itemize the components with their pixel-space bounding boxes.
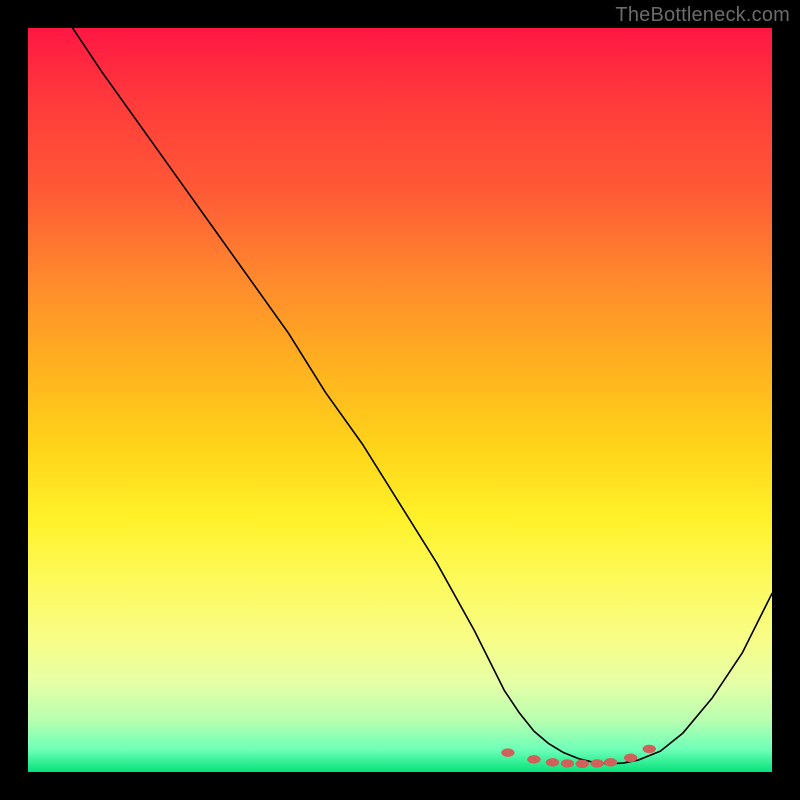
curve-marker — [604, 758, 617, 766]
chart-frame: TheBottleneck.com — [0, 0, 800, 800]
watermark-text: TheBottleneck.com — [615, 4, 790, 27]
curve-marker — [591, 759, 604, 767]
curve-marker — [546, 758, 559, 766]
curve-marker — [624, 754, 637, 762]
curve-marker — [576, 760, 589, 768]
curve-marker — [501, 749, 514, 757]
curve-marker — [561, 759, 574, 767]
curve-marker — [527, 755, 540, 763]
curve-svg — [28, 28, 772, 772]
curve-marker — [643, 745, 656, 753]
min-region-markers — [501, 745, 655, 768]
bottleneck-curve — [73, 28, 772, 764]
plot-area — [28, 28, 772, 772]
